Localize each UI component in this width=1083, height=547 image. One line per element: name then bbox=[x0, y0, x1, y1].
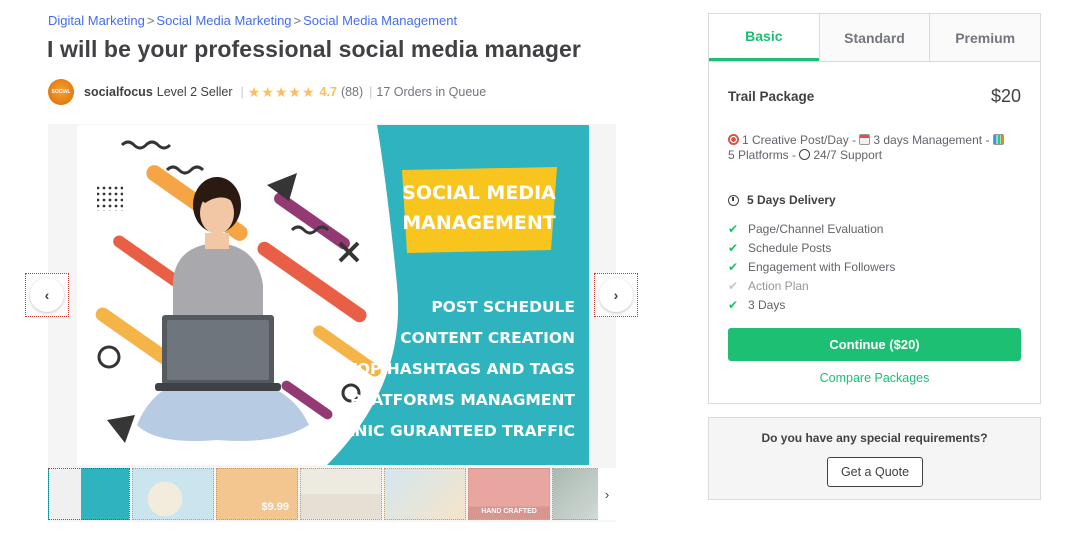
breadcrumb-link-social-media-management[interactable]: Social Media Management bbox=[303, 13, 457, 28]
thumbnail-label: HAND CRAFTED bbox=[481, 508, 537, 515]
description-text: 24/7 Support bbox=[813, 148, 883, 162]
divider: | bbox=[369, 85, 373, 99]
target-icon bbox=[728, 134, 739, 145]
quote-question: Do you have any special requirements? bbox=[761, 431, 988, 445]
ad-bullet: TOP HASHTAGS AND TAGS bbox=[346, 360, 575, 378]
page-title: I will be your professional social media… bbox=[47, 36, 581, 62]
avatar[interactable]: SOCIAL bbox=[48, 79, 74, 105]
feature-label: Action Plan bbox=[748, 278, 809, 293]
rating-stars: ★★★★★ bbox=[247, 83, 316, 100]
breadcrumb-separator: > bbox=[146, 13, 155, 28]
orders-in-queue: 17 Orders in Queue bbox=[376, 85, 487, 99]
gallery-thumbnail[interactable] bbox=[300, 468, 382, 520]
quote-card: Do you have any special requirements? Ge… bbox=[708, 417, 1041, 500]
seller-name[interactable]: socialfocus bbox=[84, 85, 153, 99]
gallery-prev-button[interactable]: ‹ bbox=[25, 273, 69, 317]
tab-standard[interactable]: Standard bbox=[818, 14, 930, 61]
seller-level: Level 2 Seller bbox=[156, 85, 233, 99]
compare-packages-link[interactable]: Compare Packages bbox=[709, 371, 1040, 385]
gallery-thumbnail[interactable]: $9.99 bbox=[216, 468, 298, 520]
package-features: ✔ Page/Channel Evaluation ✔ Schedule Posts… bbox=[728, 219, 895, 314]
clock-icon bbox=[728, 194, 739, 206]
gallery-thumbnail[interactable] bbox=[384, 468, 466, 520]
calendar-icon bbox=[859, 134, 871, 145]
check-icon: ✔ bbox=[728, 259, 739, 274]
breadcrumb-link-social-media-marketing[interactable]: Social Media Marketing bbox=[156, 13, 291, 28]
rating-score: 4.7 bbox=[319, 85, 337, 99]
continue-button[interactable]: Continue ($20) bbox=[728, 328, 1021, 361]
bar-chart-icon bbox=[992, 134, 1004, 145]
breadcrumb-separator: > bbox=[293, 13, 302, 28]
ad-bullet: POST SCHEDULE bbox=[431, 298, 575, 316]
get-quote-button[interactable]: Get a Quote bbox=[827, 457, 923, 487]
package-tabs: Basic Standard Premium bbox=[709, 14, 1041, 62]
check-icon: ✔ bbox=[728, 278, 739, 293]
check-icon: ✔ bbox=[728, 221, 739, 236]
package-price: $20 bbox=[990, 86, 1021, 106]
gallery-thumbnail[interactable]: HAND CRAFTED bbox=[468, 468, 550, 520]
gallery-main-image[interactable]: SOCIAL MEDIA MANAGEMENT POST SCHEDULE CO… bbox=[77, 125, 589, 465]
ad-headline-1: SOCIAL MEDIA bbox=[402, 182, 556, 204]
ad-bullet: CONTENT CREATION bbox=[400, 329, 575, 347]
tab-basic[interactable]: Basic bbox=[709, 14, 819, 61]
delivery-label: 5 Days Delivery bbox=[747, 193, 836, 207]
thumbnails-next-button[interactable]: › bbox=[598, 468, 616, 520]
feature-item: ✔ Page/Channel Evaluation bbox=[728, 219, 895, 238]
thumbnail-price: $9.99 bbox=[261, 501, 289, 513]
gallery-thumbnail[interactable] bbox=[48, 468, 130, 520]
gallery-next-button[interactable]: › bbox=[594, 273, 638, 317]
feature-item: ✔ 3 Days bbox=[728, 295, 895, 314]
reviews-count[interactable]: (88) bbox=[341, 85, 363, 99]
breadcrumb-link-digital-marketing[interactable]: Digital Marketing bbox=[48, 13, 145, 28]
feature-label: Schedule Posts bbox=[748, 240, 832, 255]
thumbnail-strip: $9.99 HAND CRAFTED › bbox=[48, 468, 616, 522]
description-text: 3 days Management - bbox=[873, 133, 993, 147]
tab-premium[interactable]: Premium bbox=[929, 14, 1041, 61]
feature-label: 3 Days bbox=[748, 297, 786, 312]
feature-label: Page/Channel Evaluation bbox=[748, 221, 884, 236]
feature-item: ✔ Engagement with Followers bbox=[728, 257, 895, 276]
social-media-ad-image: SOCIAL MEDIA MANAGEMENT POST SCHEDULE CO… bbox=[77, 125, 589, 465]
check-icon: ✔ bbox=[728, 297, 739, 312]
chevron-left-icon: ‹ bbox=[44, 287, 50, 303]
avatar-text: SOCIAL bbox=[51, 89, 71, 95]
description-text: 5 Platforms - bbox=[728, 148, 800, 162]
chevron-right-icon: › bbox=[604, 486, 610, 502]
package-header: Trail Package $20 bbox=[728, 86, 1021, 107]
gig-gallery: SOCIAL MEDIA MANAGEMENT POST SCHEDULE CO… bbox=[48, 124, 616, 522]
clock-icon bbox=[799, 149, 811, 160]
package-name: Trail Package bbox=[728, 89, 815, 104]
feature-item: ✔ Action Plan bbox=[728, 276, 895, 295]
chevron-right-icon: › bbox=[613, 287, 619, 303]
feature-label: Engagement with Followers bbox=[748, 259, 896, 274]
ad-headline-2: MANAGEMENT bbox=[402, 212, 556, 234]
feature-item: ✔ Schedule Posts bbox=[728, 238, 895, 257]
divider: | bbox=[240, 85, 244, 99]
delivery-time: 5 Days Delivery bbox=[728, 193, 836, 207]
description-text: 1 Creative Post/Day - bbox=[742, 133, 860, 147]
breadcrumb: Digital Marketing > Social Media Marketing… bbox=[48, 13, 457, 28]
seller-row: SOCIAL socialfocus Level 2 Seller | ★★★★… bbox=[48, 78, 486, 106]
check-icon: ✔ bbox=[728, 240, 739, 255]
ad-bullet: ORGANIC GURANTEED TRAFFIC bbox=[305, 422, 575, 440]
package-card: Basic Standard Premium Trail Package $20… bbox=[708, 13, 1041, 404]
package-description: 1 Creative Post/Day - 3 days Management … bbox=[728, 133, 1028, 163]
gallery-thumbnail[interactable] bbox=[132, 468, 214, 520]
ad-bullet: PLATFORMS MANAGMENT bbox=[350, 391, 575, 409]
